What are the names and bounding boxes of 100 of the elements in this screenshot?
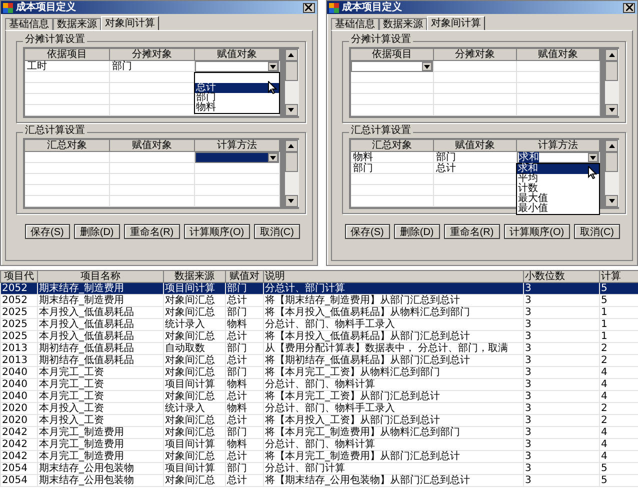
table-row[interactable]: 2042 本月完工_制造费用 对象间汇总 总计 将【本月完工_制造费用】从部门汇总到总计 3 4 bbox=[0, 450, 638, 462]
close-button[interactable] bbox=[623, 2, 635, 12]
scroll-up-icon[interactable] bbox=[284, 140, 298, 152]
table-row[interactable]: 2042 本月完工_制造费用 项目间计算 物料 分总计、部门、物料计算 3 4 bbox=[0, 438, 638, 450]
table-row[interactable]: 2040 本月完工_工资 对象间汇总 部门 将【本月完工_工资】从物料汇总到部门 3 4 bbox=[0, 366, 638, 378]
table-row[interactable]: 2054 期末结存_公用包装物 对象间汇总 总计 将【期末结存_公用包装物】从部门汇总到总计 3 5 bbox=[0, 474, 638, 486]
table-cell: 对象间汇总 bbox=[164, 450, 226, 462]
table-cell: 分总计、部门、物料计算 bbox=[264, 438, 524, 450]
table-cell: 3 bbox=[524, 342, 600, 354]
scroll-down-icon[interactable] bbox=[605, 195, 618, 207]
table-row[interactable]: 2040 本月完工_工资 对象间汇总 总计 将【本月完工_工资】从部门汇总到总计 3 4 bbox=[0, 390, 638, 402]
group-title: 汇总计算设置 bbox=[23, 125, 87, 137]
window-title: 成本项目定义 bbox=[16, 1, 77, 14]
column-header[interactable]: 项目代 bbox=[0, 270, 38, 282]
table-row[interactable]: 2025 本月投入_低值易耗品 对象间汇总 总计 将【本月投入_低值易耗品】从部门汇总到总计 3 1 bbox=[0, 330, 638, 342]
dropdown-arrow-icon[interactable] bbox=[422, 62, 432, 71]
dropdown-option[interactable]: 计数 bbox=[516, 184, 599, 194]
table-cell: 对象间汇总 bbox=[164, 474, 226, 486]
dropdown-arrow-icon[interactable] bbox=[268, 62, 278, 71]
dialog-button[interactable]: 删除(D) bbox=[74, 224, 120, 239]
close-button[interactable] bbox=[302, 2, 315, 12]
dialog-button[interactable]: 保存(S) bbox=[24, 224, 70, 239]
table-cell: 2 bbox=[600, 414, 638, 426]
dialog-button[interactable]: 重命名(R) bbox=[124, 224, 180, 239]
table-cell: 3 bbox=[524, 378, 600, 390]
scrollbar[interactable] bbox=[280, 49, 299, 116]
table-cell: 3 bbox=[524, 330, 600, 342]
dialog-button[interactable]: 取消(C) bbox=[574, 224, 620, 239]
table-cell: 总计 bbox=[226, 414, 264, 426]
scrollbar[interactable] bbox=[600, 49, 619, 116]
column-header[interactable]: 项目名称 bbox=[38, 270, 164, 282]
table-row[interactable]: 2025 本月投入_低值易耗品 对象间汇总 部门 将【本月投入_低值易耗品】从物料汇总到部门 3 1 bbox=[0, 306, 638, 318]
table-row[interactable]: 2040 本月完工_工资 项目间计算 物料 分总计、部门、物料计算 3 4 bbox=[0, 378, 638, 390]
scroll-up-icon[interactable] bbox=[605, 140, 618, 152]
column-header: 赋值对象 bbox=[516, 49, 600, 61]
column-header[interactable]: 计算 bbox=[600, 270, 638, 282]
scroll-thumb[interactable] bbox=[284, 152, 298, 172]
tab[interactable]: 基础信息 bbox=[5, 18, 53, 30]
tab[interactable]: 对象间计算 bbox=[426, 16, 485, 30]
scroll-up-icon[interactable] bbox=[605, 49, 618, 61]
scroll-down-icon[interactable] bbox=[605, 104, 618, 116]
table-row[interactable]: 2042 本月完工_制造费用 对象间汇总 部门 将【本月完工_制造费用】从物料汇总到部门 3 4 bbox=[0, 426, 638, 438]
tab[interactable]: 基础信息 bbox=[330, 18, 379, 30]
table-cell: 3 bbox=[524, 318, 600, 330]
column-header: 计算方法 bbox=[516, 140, 600, 152]
table-row[interactable]: 2025 本月投入_低值易耗品 统计录入 物料 分总计、部门、物料手工录入 3 1 bbox=[0, 318, 638, 330]
column-header[interactable]: 赋值对 bbox=[226, 270, 264, 282]
scrollbar[interactable] bbox=[280, 140, 299, 207]
table-row[interactable]: 2013 期初结存_低值易耗品 自动取数 部门 从【费用分配计算表】数据表中， 分总计、部门，取满 3 2 bbox=[0, 342, 638, 354]
table-cell: 总计 bbox=[226, 450, 264, 462]
column-header[interactable]: 说明 bbox=[264, 270, 524, 282]
table-cell: 3 bbox=[524, 450, 600, 462]
table-cell: 本月投入_低值易耗品 bbox=[38, 306, 164, 318]
combo-box[interactable] bbox=[194, 152, 279, 163]
table-cell: 部门 bbox=[226, 306, 264, 318]
scroll-up-icon[interactable] bbox=[284, 49, 298, 61]
table-cell: 对象间汇总 bbox=[164, 414, 226, 426]
table-row[interactable]: 2052 期末结存_制造费用 项目间计算 部门 分总计、部门计算 3 5 bbox=[0, 282, 638, 294]
dropdown-option[interactable]: 最小值 bbox=[516, 204, 599, 214]
column-header[interactable]: 数据来源 bbox=[164, 270, 226, 282]
table-cell: 5 bbox=[600, 462, 638, 474]
table-cell: 2040 bbox=[0, 378, 38, 390]
dropdown-arrow-icon[interactable] bbox=[268, 153, 278, 162]
column-header[interactable]: 小数位数 bbox=[524, 270, 600, 282]
table-cell: 将【本月完工_工资】从部门汇总到总计 bbox=[264, 390, 524, 402]
table-row[interactable]: 2054 期末结存_公用包装物 项目间计算 部门 分总计、部门计算 3 5 bbox=[0, 462, 638, 474]
column-header: 赋值对象 bbox=[194, 49, 280, 61]
table-cell: 2054 bbox=[0, 462, 38, 474]
scroll-thumb[interactable] bbox=[605, 152, 618, 172]
table-row[interactable]: 2013 期初结存_低值易耗品 对象间汇总 总计 将【期初结存_低值易耗品】从部门汇总到总计 3 2 bbox=[0, 354, 638, 366]
scroll-down-icon[interactable] bbox=[284, 195, 298, 207]
tab[interactable]: 数据来源 bbox=[378, 18, 427, 30]
dropdown-option[interactable]: 平均 bbox=[516, 174, 599, 184]
table-row[interactable]: 2020 本月投入_工资 对象间汇总 总计 将【本月投入_工资】从部门汇总到总计 3 2 bbox=[0, 414, 638, 426]
table-row[interactable]: 2020 本月投入_工资 统计录入 物料 分总计、部门、物料手工录入 3 2 bbox=[0, 402, 638, 414]
table-cell: 对象间汇总 bbox=[164, 330, 226, 342]
dropdown-arrow-icon[interactable] bbox=[588, 153, 598, 162]
tab[interactable]: 数据来源 bbox=[53, 18, 101, 30]
combo-box[interactable]: 求和 bbox=[516, 152, 599, 163]
dropdown-option[interactable]: 最大值 bbox=[516, 194, 599, 204]
tab[interactable]: 对象间计算 bbox=[101, 16, 159, 30]
dialog-button[interactable]: 删除(D) bbox=[394, 224, 440, 239]
dialog-button[interactable]: 计算顺序(O) bbox=[504, 224, 570, 239]
dropdown-option[interactable]: 物料 bbox=[194, 103, 279, 113]
table-cell: 3 bbox=[524, 462, 600, 474]
scroll-thumb[interactable] bbox=[605, 61, 618, 81]
dialog-button[interactable]: 取消(C) bbox=[254, 224, 300, 239]
dropdown-option[interactable]: 部门 bbox=[194, 93, 279, 103]
table-cell: 总计 bbox=[226, 294, 264, 306]
table-cell: 期初结存_低值易耗品 bbox=[38, 354, 164, 366]
table-row[interactable]: 2052 期末结存_制造费用 对象间汇总 总计 将【期末结存_制造费用】从部门汇总到总计 3 5 bbox=[0, 294, 638, 306]
scroll-down-icon[interactable] bbox=[284, 104, 298, 116]
dialog-button[interactable]: 保存(S) bbox=[344, 224, 390, 239]
table-cell: 2052 bbox=[0, 294, 38, 306]
dialog-button[interactable]: 计算顺序(O) bbox=[184, 224, 250, 239]
scrollbar[interactable] bbox=[600, 140, 619, 207]
scroll-thumb[interactable] bbox=[284, 61, 298, 81]
dialog-button[interactable]: 重命名(R) bbox=[444, 224, 500, 239]
table-cell: 2040 bbox=[0, 390, 38, 402]
dropdown-option[interactable]: 求和 bbox=[516, 164, 599, 174]
